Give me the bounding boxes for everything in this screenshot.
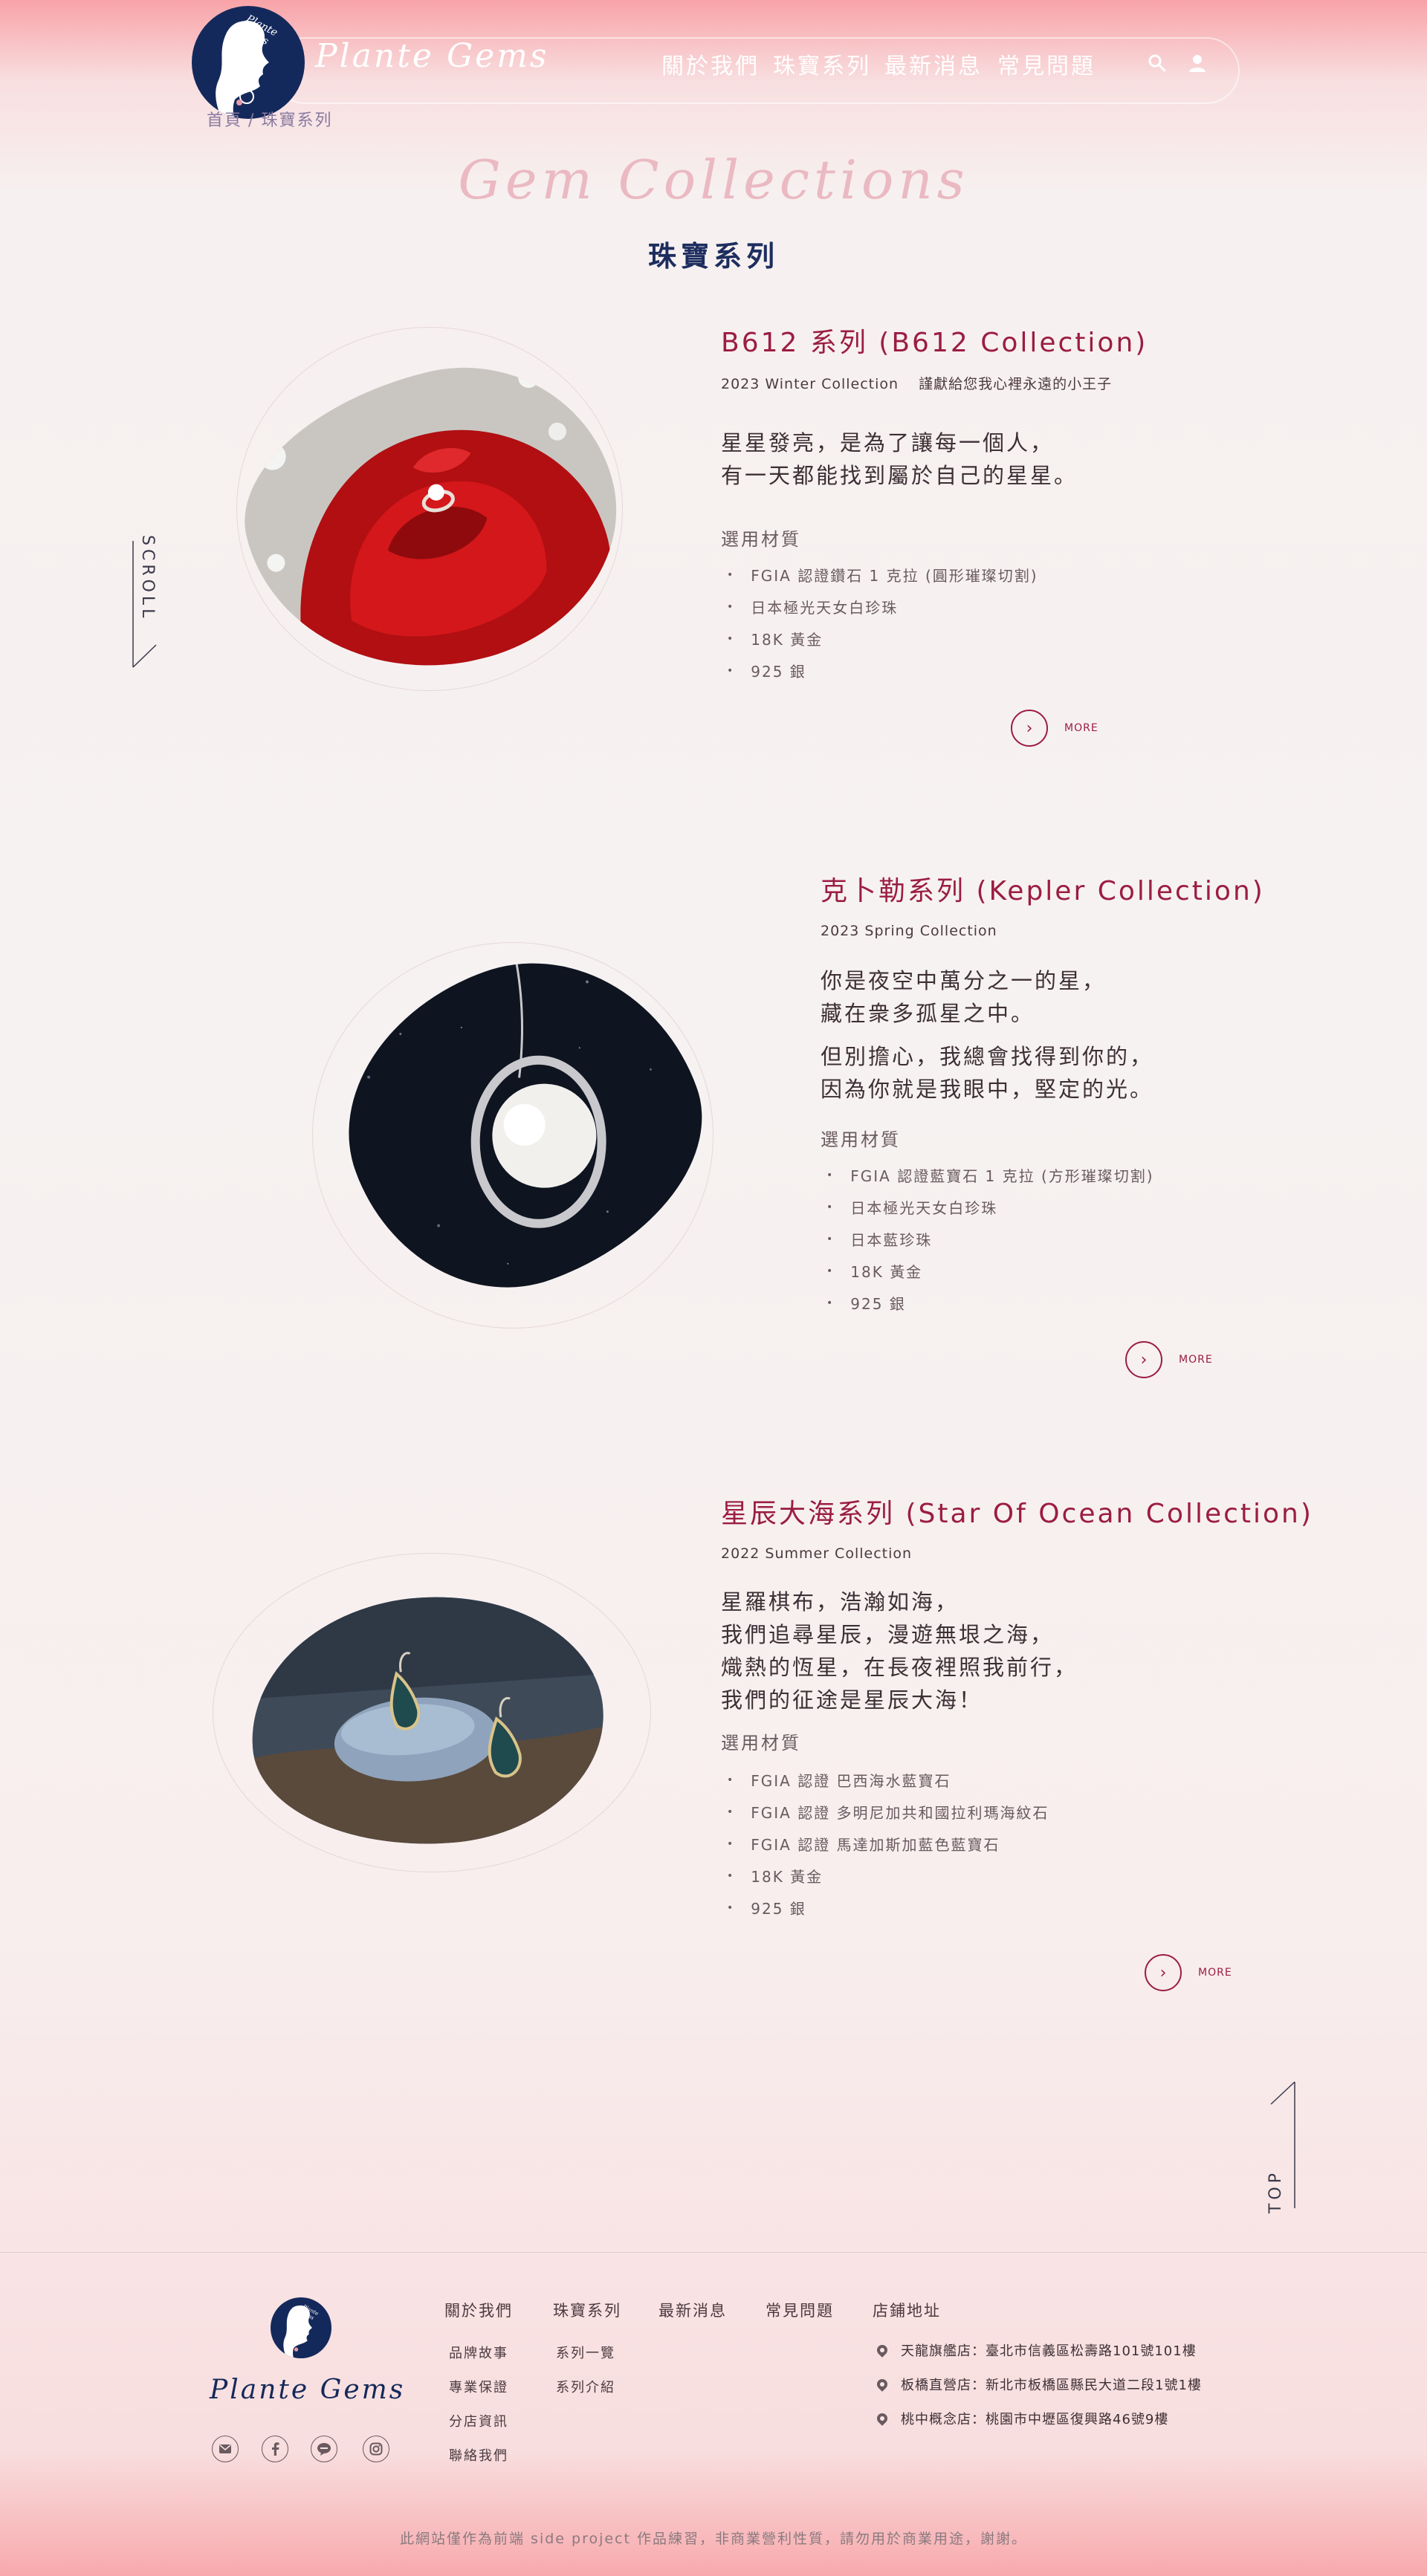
nav-collections[interactable]: 珠寶系列 xyxy=(773,48,871,80)
description-line: 星羅棋布，浩瀚如海， xyxy=(721,1589,960,1615)
nav-faq[interactable]: 常見問題 xyxy=(997,48,1096,80)
breadcrumb: 首頁 / 珠寶系列 xyxy=(207,107,332,131)
collection-title: 克卜勒系列 (Kepler Collection) xyxy=(821,876,1265,906)
collection-subtitle: 2022 Summer Collection xyxy=(721,1545,913,1562)
facebook-icon[interactable] xyxy=(262,2436,288,2462)
materials-list: FGIA 認證 巴西海水藍寶石 FGIA 認證 多明尼加共和國拉利瑪海紋石 FG… xyxy=(727,1764,1049,1924)
collection-description: 星星發亮，是為了讓每一個人， 有一天都能找到屬於自己的星星。 xyxy=(721,426,1078,492)
footer-link-branches[interactable]: 分店資訊 xyxy=(449,2411,508,2430)
collection-description: 你是夜空中萬分之一的星， 藏在衆多孤星之中。 但別擔心，我總會找得到你的， 因為… xyxy=(821,964,1153,1106)
material-item: FGIA 認證藍寶石 1 克拉 (方形璀璨切割) xyxy=(826,1159,1154,1191)
footer-logo[interactable]: Plante Gems xyxy=(271,2297,331,2358)
material-item: 925 銀 xyxy=(727,1892,1049,1924)
material-item: 18K 黃金 xyxy=(727,1860,1049,1892)
description-line: 熾熱的恆星，在長夜裡照我前行， xyxy=(721,1655,1078,1680)
breadcrumb-current: 珠寶系列 xyxy=(261,111,333,130)
description-line: 你是夜空中萬分之一的星， xyxy=(821,968,1107,993)
materials-list: FGIA 認證鑽石 1 克拉 (圓形璀璨切割) 日本極光天女白珍珠 18K 黃金… xyxy=(727,559,1038,687)
material-item: 日本極光天女白珍珠 xyxy=(826,1191,1154,1223)
footer-heading-collections[interactable]: 珠寶系列 xyxy=(553,2299,621,2321)
collection-title: 星辰大海系列 (Star Of Ocean Collection) xyxy=(721,1499,1313,1529)
more-button[interactable]: › MORE xyxy=(1011,710,1098,747)
more-label: MORE xyxy=(1064,722,1098,734)
description-line: 因為你就是我眼中，堅定的光。 xyxy=(821,1077,1154,1102)
materials-heading: 選用材質 xyxy=(721,529,801,550)
store-address-text: 板橋直營店：新北市板橋區縣民大道二段1號1樓 xyxy=(901,2378,1202,2393)
location-pin-icon xyxy=(875,2411,890,2426)
brand-logo[interactable]: Plante Gems xyxy=(192,6,305,119)
material-item: 925 銀 xyxy=(727,655,1038,687)
footer-brand-name: Plante Gems xyxy=(210,2375,406,2405)
line-icon[interactable] xyxy=(311,2436,337,2462)
material-item: FGIA 認證 巴西海水藍寶石 xyxy=(727,1764,1049,1796)
more-label: MORE xyxy=(1198,1967,1232,1979)
store-address-text: 桃中概念店：桃園市中壢區復興路46號9樓 xyxy=(901,2412,1169,2427)
collection-subtitle: 2023 Winter Collection 謹獻給您我心裡永遠的小王子 xyxy=(721,376,1113,392)
footer-link-guarantee[interactable]: 專業保證 xyxy=(449,2377,508,2396)
page-title: 珠寶系列 xyxy=(647,240,779,273)
material-item: 日本極光天女白珍珠 xyxy=(727,591,1038,623)
materials-heading: 選用材質 xyxy=(821,1129,901,1150)
description-line: 我們的征途是星辰大海！ xyxy=(721,1687,983,1713)
location-pin-icon xyxy=(875,2377,890,2392)
description-line: 有一天都能找到屬於自己的星星。 xyxy=(721,463,1078,488)
materials-list: FGIA 認證藍寶石 1 克拉 (方形璀璨切割) 日本極光天女白珍珠 日本藍珍珠… xyxy=(826,1159,1154,1319)
footer-link-brand-story[interactable]: 品牌故事 xyxy=(449,2343,508,2362)
mail-icon[interactable] xyxy=(212,2436,239,2462)
back-to-top-label[interactable]: TOP xyxy=(1266,2170,1285,2213)
lady-silhouette-icon xyxy=(283,2305,313,2358)
material-item: FGIA 認證 馬達加斯加藍色藍寶石 xyxy=(727,1828,1049,1860)
material-item: 18K 黃金 xyxy=(727,623,1038,655)
breadcrumb-home[interactable]: 首頁 xyxy=(207,111,242,130)
footer-heading-stores[interactable]: 店鋪地址 xyxy=(873,2299,941,2321)
description-line: 星星發亮，是為了讓每一個人， xyxy=(721,430,1055,455)
footer-link-contact[interactable]: 聯絡我們 xyxy=(449,2445,508,2465)
breadcrumb-separator: / xyxy=(248,111,256,130)
scroll-arrow-icon xyxy=(132,541,157,668)
more-label: MORE xyxy=(1179,1354,1213,1366)
material-item: FGIA 認證鑽石 1 克拉 (圓形璀璨切割) xyxy=(727,559,1038,591)
footer-divider xyxy=(0,2252,1427,2253)
description-line: 藏在衆多孤星之中。 xyxy=(821,1001,1035,1026)
nav-news[interactable]: 最新消息 xyxy=(884,48,983,80)
collection-subtitle: 2023 Spring Collection xyxy=(821,923,997,939)
footer-heading-news[interactable]: 最新消息 xyxy=(659,2299,727,2321)
collection-title: B612 系列 (B612 Collection) xyxy=(721,328,1148,358)
store-address: 桃中概念店：桃園市中壢區復興路46號9樓 xyxy=(875,2409,1169,2428)
store-address-text: 天龍旗艦店：臺北市信義區松壽路101號101樓 xyxy=(901,2343,1197,2359)
more-button[interactable]: › MORE xyxy=(1125,1341,1213,1378)
more-button[interactable]: › MORE xyxy=(1145,1954,1232,1991)
search-icon[interactable] xyxy=(1146,52,1168,74)
description-line: 我們追尋星辰，漫遊無垠之海， xyxy=(721,1622,1055,1647)
materials-heading: 選用材質 xyxy=(721,1733,801,1753)
footer-link-collection-list[interactable]: 系列一覽 xyxy=(556,2343,615,2362)
store-address: 板橋直營店：新北市板橋區縣民大道二段1號1樓 xyxy=(875,2375,1202,2394)
material-item: 日本藍珍珠 xyxy=(826,1223,1154,1255)
material-item: 925 銀 xyxy=(826,1287,1154,1319)
material-item: FGIA 認證 多明尼加共和國拉利瑪海紋石 xyxy=(727,1796,1049,1828)
user-icon[interactable] xyxy=(1186,52,1208,74)
footer-heading-about[interactable]: 關於我們 xyxy=(444,2299,513,2321)
brand-name[interactable]: Plante Gems xyxy=(315,37,549,75)
copyright-notice: 此網站僅作為前端 side project 作品練習，非商業營利性質，請勿用於商… xyxy=(400,2531,1027,2547)
chevron-right-icon: › xyxy=(1011,710,1048,747)
description-line: 但別擔心，我總會找得到你的， xyxy=(821,1044,1154,1069)
store-address: 天龍旗艦店：臺北市信義區松壽路101號101樓 xyxy=(875,2340,1197,2360)
chevron-right-icon: › xyxy=(1145,1954,1182,1991)
material-item: 18K 黃金 xyxy=(826,1255,1154,1287)
footer-heading-faq[interactable]: 常見問題 xyxy=(766,2299,834,2321)
instagram-icon[interactable] xyxy=(363,2436,389,2462)
nav-about[interactable]: 關於我們 xyxy=(661,48,760,80)
footer-link-collection-intro[interactable]: 系列介紹 xyxy=(556,2377,615,2396)
chevron-right-icon: › xyxy=(1125,1341,1162,1378)
page-title-english: Gem Collections xyxy=(458,149,969,211)
location-pin-icon xyxy=(875,2343,890,2358)
collection-description: 星羅棋布，浩瀚如海， 我們追尋星辰，漫遊無垠之海， 熾熱的恆星，在長夜裡照我前行… xyxy=(721,1586,1078,1716)
